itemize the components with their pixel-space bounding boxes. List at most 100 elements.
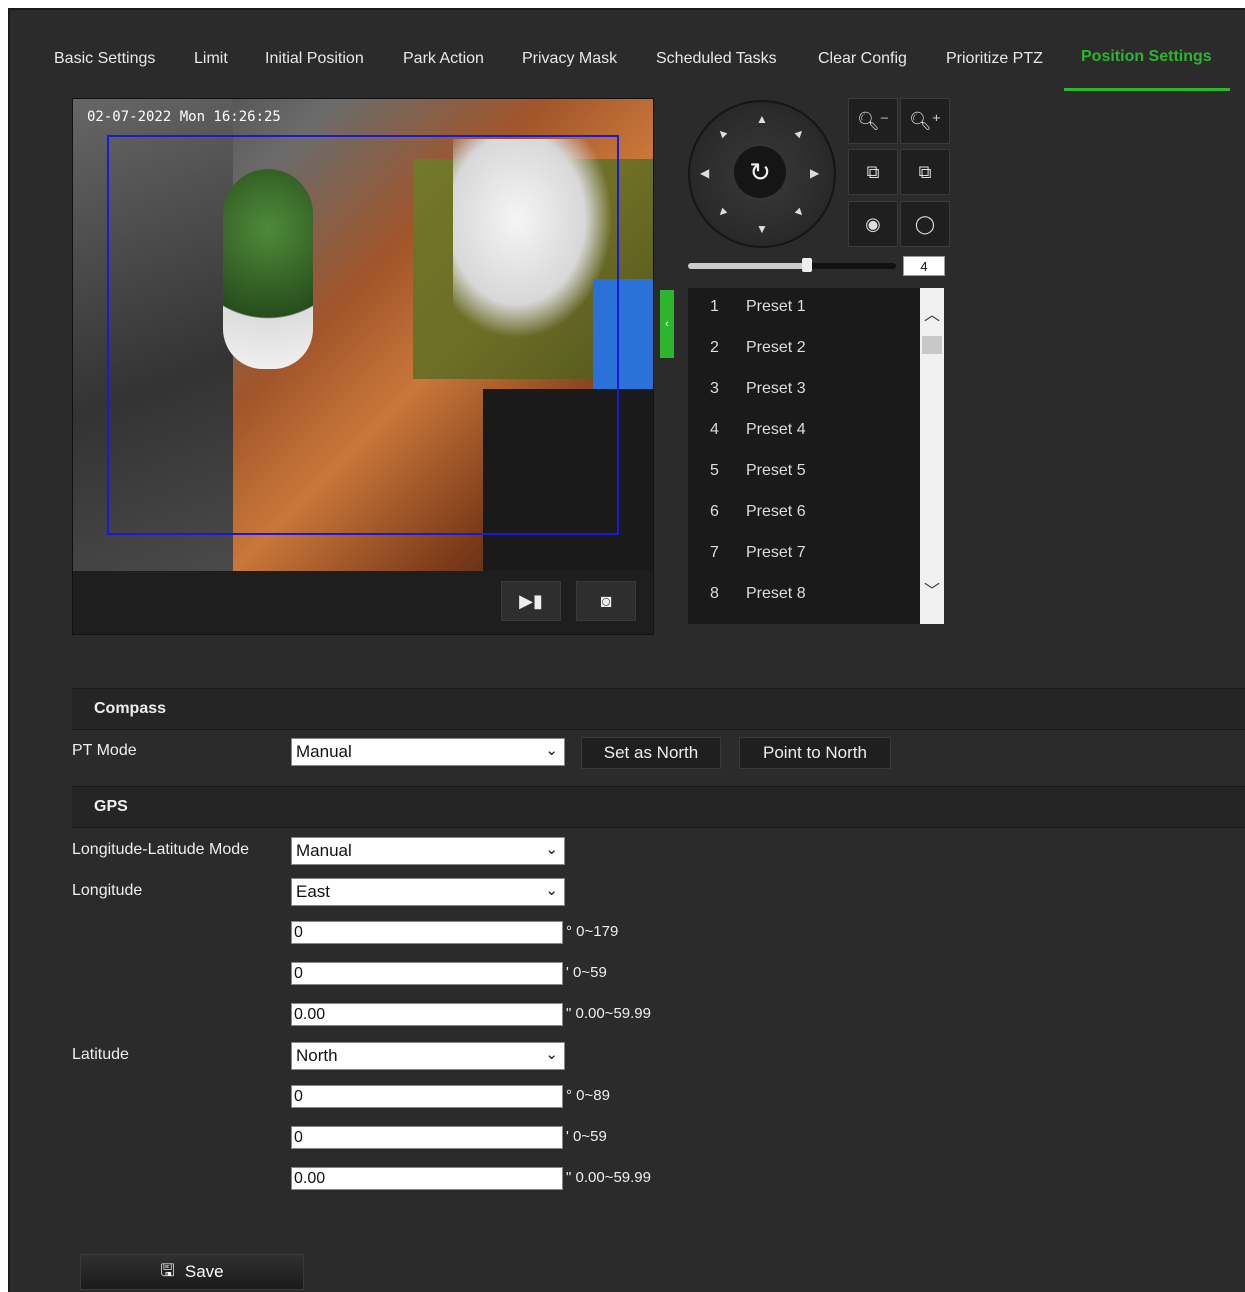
focus-near-icon[interactable]: ⧉ bbox=[848, 149, 898, 195]
lonlat-mode-label: Longitude-Latitude Mode bbox=[72, 841, 250, 858]
longitude-degrees-range: ° 0~179 bbox=[566, 923, 619, 940]
point-to-north-button[interactable]: Point to North bbox=[739, 737, 891, 769]
ptz-speed-slider[interactable] bbox=[688, 258, 896, 272]
chevron-down-icon: ⌄ bbox=[545, 1046, 558, 1063]
tab-limit[interactable]: Limit bbox=[194, 50, 228, 68]
preset-item[interactable]: 5 Preset 5 bbox=[688, 452, 920, 492]
preset-number: 3 bbox=[710, 380, 719, 397]
active-tab-indicator bbox=[1064, 88, 1230, 91]
longitude-label: Longitude bbox=[72, 882, 143, 899]
preset-name: Preset 2 bbox=[746, 339, 806, 356]
latitude-label: Latitude bbox=[72, 1046, 129, 1063]
latitude-minutes-input[interactable]: 0 bbox=[291, 1126, 563, 1149]
preset-list: 1 Preset 1 2 Preset 2 3 Preset 3 4 Preset 4 … bbox=[688, 288, 920, 624]
preset-name: Preset 1 bbox=[746, 298, 806, 315]
pan-down-right-icon[interactable]: ▲ bbox=[791, 204, 809, 222]
preset-number: 6 bbox=[710, 503, 719, 520]
pan-down-left-icon[interactable]: ▲ bbox=[713, 204, 731, 222]
preset-item[interactable]: 3 Preset 3 bbox=[688, 370, 920, 410]
region-box bbox=[107, 135, 619, 535]
latitude-seconds-range: " 0.00~59.99 bbox=[566, 1169, 651, 1186]
latitude-direction-select[interactable]: North ⌄ bbox=[291, 1042, 565, 1070]
scrollbar-thumb[interactable] bbox=[922, 336, 942, 354]
chevron-down-icon: ⌄ bbox=[545, 882, 558, 899]
tab-bar: Basic Settings Limit Initial Position Pa… bbox=[10, 40, 1245, 94]
scroll-down-icon[interactable]: ﹀ bbox=[920, 580, 944, 604]
latitude-degrees-input[interactable]: 0 bbox=[291, 1085, 563, 1108]
preset-number: 5 bbox=[710, 462, 719, 479]
camera-icon[interactable]: ◙ bbox=[576, 581, 636, 621]
preset-name: Preset 7 bbox=[746, 544, 806, 561]
iris-open-icon[interactable]: ◯ bbox=[900, 201, 950, 247]
tab-initial-position[interactable]: Initial Position bbox=[265, 50, 364, 68]
pan-up-icon[interactable]: ▲ bbox=[756, 112, 768, 126]
preset-scrollbar[interactable]: ︿ ﹀ bbox=[920, 288, 944, 624]
preset-name: Preset 3 bbox=[746, 380, 806, 397]
gps-title: GPS bbox=[94, 798, 128, 815]
tab-basic-settings[interactable]: Basic Settings bbox=[54, 50, 155, 68]
pan-right-icon[interactable]: ▶ bbox=[810, 166, 819, 180]
preset-item[interactable]: 2 Preset 2 bbox=[688, 329, 920, 369]
collapse-panel-icon[interactable]: ‹ bbox=[660, 290, 674, 358]
tab-park-action[interactable]: Park Action bbox=[403, 50, 484, 68]
longitude-direction-value: East bbox=[296, 882, 331, 901]
latitude-degrees-range: ° 0~89 bbox=[566, 1087, 610, 1104]
pan-up-right-icon[interactable]: ▲ bbox=[791, 124, 809, 142]
camera-image: 02-07-2022 Mon 16:26:25 bbox=[73, 99, 653, 571]
focus-far-icon[interactable]: ⧉ bbox=[900, 149, 950, 195]
chevron-down-icon: ⌄ bbox=[545, 841, 558, 858]
live-view: 02-07-2022 Mon 16:26:25 ▶▮ ◙ bbox=[72, 98, 654, 635]
settings-panel: Basic Settings Limit Initial Position Pa… bbox=[8, 8, 1245, 1292]
longitude-degrees-input[interactable]: 0 bbox=[291, 921, 563, 944]
preset-number: 8 bbox=[710, 585, 719, 602]
tab-scheduled-tasks[interactable]: Scheduled Tasks bbox=[656, 50, 777, 68]
pan-up-left-icon[interactable]: ▲ bbox=[713, 124, 731, 142]
latitude-direction-value: North bbox=[296, 1046, 338, 1065]
video-toolbar: ▶▮ ◙ bbox=[73, 571, 653, 634]
gps-section-header: GPS bbox=[72, 786, 1245, 828]
save-label: Save bbox=[184, 1262, 224, 1281]
tab-prioritize-ptz[interactable]: Prioritize PTZ bbox=[946, 50, 1043, 68]
refresh-icon[interactable]: ↻ bbox=[734, 146, 786, 198]
speed-value[interactable]: 4 bbox=[903, 256, 945, 276]
zoom-in-icon[interactable]: 🔍︎⁺ bbox=[900, 98, 950, 144]
pt-mode-select[interactable]: Manual ⌄ bbox=[291, 738, 565, 766]
preset-number: 2 bbox=[710, 339, 719, 356]
latitude-minutes-range: ' 0~59 bbox=[566, 1128, 607, 1145]
pan-left-icon[interactable]: ◀ bbox=[700, 166, 709, 180]
preset-name: Preset 5 bbox=[746, 462, 806, 479]
longitude-seconds-range: " 0.00~59.99 bbox=[566, 1005, 651, 1022]
speed-slider-thumb[interactable] bbox=[801, 258, 812, 272]
preset-item[interactable]: 4 Preset 4 bbox=[688, 411, 920, 451]
speed-slider-fill bbox=[688, 263, 807, 269]
lonlat-mode-select[interactable]: Manual ⌄ bbox=[291, 837, 565, 865]
preset-number: 1 bbox=[710, 298, 719, 315]
iris-close-icon[interactable]: ◉ bbox=[848, 201, 898, 247]
set-as-north-button[interactable]: Set as North bbox=[581, 737, 721, 769]
preset-item[interactable]: 7 Preset 7 bbox=[688, 534, 920, 574]
tab-clear-config[interactable]: Clear Config bbox=[818, 50, 907, 68]
pan-down-icon[interactable]: ▼ bbox=[756, 222, 768, 236]
scroll-up-icon[interactable]: ︿ bbox=[920, 304, 944, 328]
timestamp-overlay: 02-07-2022 Mon 16:26:25 bbox=[87, 109, 281, 125]
floppy-disk-icon: 🖫 bbox=[160, 1260, 175, 1280]
compass-section-header: Compass bbox=[72, 688, 1245, 730]
longitude-direction-select[interactable]: East ⌄ bbox=[291, 878, 565, 906]
pt-mode-label: PT Mode bbox=[72, 742, 137, 759]
tab-position-settings[interactable]: Position Settings bbox=[1081, 48, 1212, 66]
tab-privacy-mask[interactable]: Privacy Mask bbox=[522, 50, 617, 68]
longitude-minutes-input[interactable]: 0 bbox=[291, 962, 563, 985]
lonlat-mode-value: Manual bbox=[296, 841, 352, 860]
pt-mode-value: Manual bbox=[296, 742, 352, 761]
preset-item[interactable]: 6 Preset 6 bbox=[688, 493, 920, 533]
preset-item[interactable]: 1 Preset 1 bbox=[688, 288, 920, 328]
compass-title: Compass bbox=[94, 700, 167, 717]
preset-number: 4 bbox=[710, 421, 719, 438]
zoom-out-icon[interactable]: 🔍︎⁻ bbox=[848, 98, 898, 144]
longitude-seconds-input[interactable]: 0.00 bbox=[291, 1003, 563, 1026]
record-video-icon[interactable]: ▶▮ bbox=[501, 581, 561, 621]
save-button[interactable]: 🖫 Save bbox=[80, 1254, 304, 1290]
preset-item[interactable]: 8 Preset 8 bbox=[688, 575, 920, 615]
ptz-direction-pad: ▲ ▼ ◀ ▶ ▲ ▲ ▲ ▲ ↻ bbox=[688, 100, 836, 248]
latitude-seconds-input[interactable]: 0.00 bbox=[291, 1167, 563, 1190]
